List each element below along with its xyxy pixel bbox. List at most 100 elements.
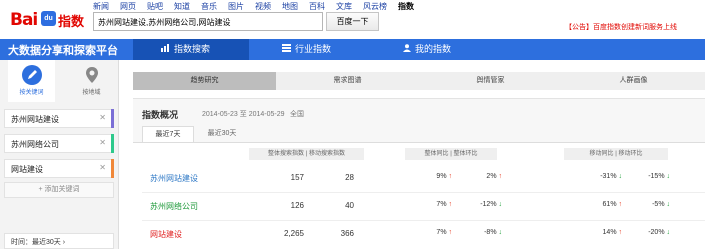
overall-yoy: 7% ↑ (416, 229, 452, 236)
nav-index[interactable]: 指数 (398, 1, 414, 11)
overall-mom-value: 2% (486, 173, 497, 180)
sidebar-tab-keyword-label: 按关键词 (19, 90, 44, 96)
arrow-up-icon: ↑ (618, 229, 623, 236)
row-keyword-1[interactable]: 苏州网站建设 (150, 173, 198, 184)
time-selector[interactable]: 时间：最近30天 › (4, 233, 114, 249)
overall-mom-value: -8% (484, 229, 497, 236)
nav-zhidao[interactable]: 知道 (174, 1, 190, 11)
baidu-index-logo[interactable]: Bai du 指数 (8, 2, 88, 34)
region-label: 全国 (290, 111, 304, 118)
mobile-yoy: -31% ↓ (586, 173, 622, 180)
keyword-color-bar (111, 134, 114, 153)
tab-last-7-days[interactable]: 最近7天 (142, 126, 194, 142)
nav-images[interactable]: 图片 (228, 1, 244, 11)
sidebar-tab-keyword[interactable]: 按关键词 (8, 60, 55, 102)
tab-sentiment[interactable]: 舆情管家 (419, 72, 562, 90)
row-keyword-3[interactable]: 网站建设 (150, 229, 182, 240)
date-from: 2014-05-23 (202, 111, 238, 118)
tab-my-index[interactable]: 我的指数 (403, 39, 483, 60)
mobile-mom: -15% ↓ (634, 173, 670, 180)
sidebar-tab-region-label: 按地域 (82, 90, 101, 96)
logo-suffix: 指数 (58, 14, 85, 29)
close-icon[interactable]: ✕ (99, 138, 106, 147)
col-head-search-index: 整体搜索指数 | 移动搜索指数 (249, 148, 364, 160)
tab-my-index-label: 我的指数 (415, 44, 452, 54)
arrow-up-icon: ↑ (448, 229, 453, 236)
nav-web[interactable]: 网页 (120, 1, 136, 11)
announcement-link[interactable]: 【公告】百度指数创建新词服务上线 (565, 22, 677, 32)
keyword-item-3[interactable]: 网站建设 ✕ (4, 159, 114, 178)
mobile-yoy-value: 14% (602, 229, 617, 236)
keyword-item-1[interactable]: 苏州网站建设 ✕ (4, 109, 114, 128)
overall-yoy: 7% ↑ (416, 201, 452, 208)
keyword-color-bar (111, 159, 114, 178)
row-divider (142, 220, 705, 221)
nav-wenku[interactable]: 文库 (336, 1, 352, 11)
tab-audience[interactable]: 人群画像 (562, 72, 705, 90)
arrow-up-icon: ↑ (618, 201, 623, 208)
overall-mom: 2% ↑ (466, 173, 502, 180)
nav-map[interactable]: 地图 (282, 1, 298, 11)
tab-industry-index-label: 行业指数 (295, 44, 332, 54)
keyword-label: 苏州网站建设 (11, 115, 59, 124)
top-nav: 新闻 网页 贴吧 知道 音乐 图片 视频 地图 百科 文库 风云榜 指数 (93, 1, 425, 11)
overall-mom-value: -12% (480, 201, 497, 208)
logo-paw-icon: du (41, 11, 56, 26)
mobile-yoy: 14% ↑ (586, 229, 622, 236)
search-input[interactable]: 苏州网站建设,苏州网络公司,网站建设 (93, 12, 323, 31)
col-head-mobile-change: 移动同比 | 移动环比 (564, 148, 668, 160)
nav-baike[interactable]: 百科 (309, 1, 325, 11)
nav-news[interactable]: 新闻 (93, 1, 109, 11)
tab-index-search[interactable]: 指数搜索 (133, 39, 249, 60)
arrow-up-icon: ↑ (448, 201, 453, 208)
mobile-yoy: 61% ↑ (586, 201, 622, 208)
add-keyword-button[interactable]: + 添加关键词 (4, 182, 114, 198)
mobile-mom-value: -5% (652, 201, 665, 208)
date-range: 2014-05-23 至 2014-05-29 (202, 109, 285, 119)
keyword-item-2[interactable]: 苏州网络公司 ✕ (4, 134, 114, 153)
map-pin-icon (82, 65, 102, 85)
overall-mom: -12% ↓ (466, 201, 502, 208)
overall-index: 2,265 (283, 229, 304, 238)
mobile-mom: -20% ↓ (634, 229, 670, 236)
mobile-mom-value: -20% (648, 229, 665, 236)
close-icon[interactable]: ✕ (99, 163, 106, 172)
overall-index: 157 (290, 173, 304, 182)
arrow-down-icon: ↓ (666, 201, 671, 208)
layers-icon (282, 39, 291, 60)
arrow-down-icon: ↓ (498, 229, 503, 236)
arrow-down-icon: ↓ (618, 173, 623, 180)
overall-yoy-value: 9% (436, 173, 447, 180)
user-icon (403, 39, 411, 60)
search-button[interactable]: 百度一下 (326, 12, 379, 31)
nav-tieba[interactable]: 贴吧 (147, 1, 163, 11)
row-keyword-2[interactable]: 苏州网络公司 (150, 201, 198, 212)
arrow-up-icon: ↑ (498, 173, 503, 180)
mobile-index: 366 (340, 229, 354, 238)
date-to: 2014-05-29 (248, 111, 285, 118)
overall-yoy-value: 7% (436, 229, 447, 236)
arrow-down-icon: ↓ (666, 173, 671, 180)
tab-industry-index[interactable]: 行业指数 (282, 39, 362, 60)
tab-trend-research[interactable]: 趋势研究 (133, 72, 276, 90)
row-divider (142, 192, 705, 193)
tab-demand-map[interactable]: 需求图谱 (276, 72, 419, 90)
close-icon[interactable]: ✕ (99, 113, 106, 122)
overall-yoy: 9% ↑ (416, 173, 452, 180)
nav-fengyunbang[interactable]: 风云榜 (363, 1, 387, 11)
panel-title: 指数概况 (142, 110, 179, 120)
overall-mom: -8% ↓ (466, 229, 502, 236)
keyword-color-bar (111, 109, 114, 128)
arrow-down-icon: ↓ (498, 201, 503, 208)
sidebar-tab-region[interactable]: 按地域 (68, 60, 115, 102)
tab-last-30-days[interactable]: 最近30天 (196, 126, 248, 142)
keyword-label: 网站建设 (11, 165, 43, 174)
arrow-down-icon: ↓ (666, 229, 671, 236)
platform-title: 大数据分享和探索平台 (8, 45, 118, 57)
overall-yoy-value: 7% (436, 201, 447, 208)
mobile-mom: -5% ↓ (634, 201, 670, 208)
nav-music[interactable]: 音乐 (201, 1, 217, 11)
nav-video[interactable]: 视频 (255, 1, 271, 11)
mobile-mom-value: -15% (648, 173, 665, 180)
tab-index-search-label: 指数搜索 (174, 44, 211, 54)
